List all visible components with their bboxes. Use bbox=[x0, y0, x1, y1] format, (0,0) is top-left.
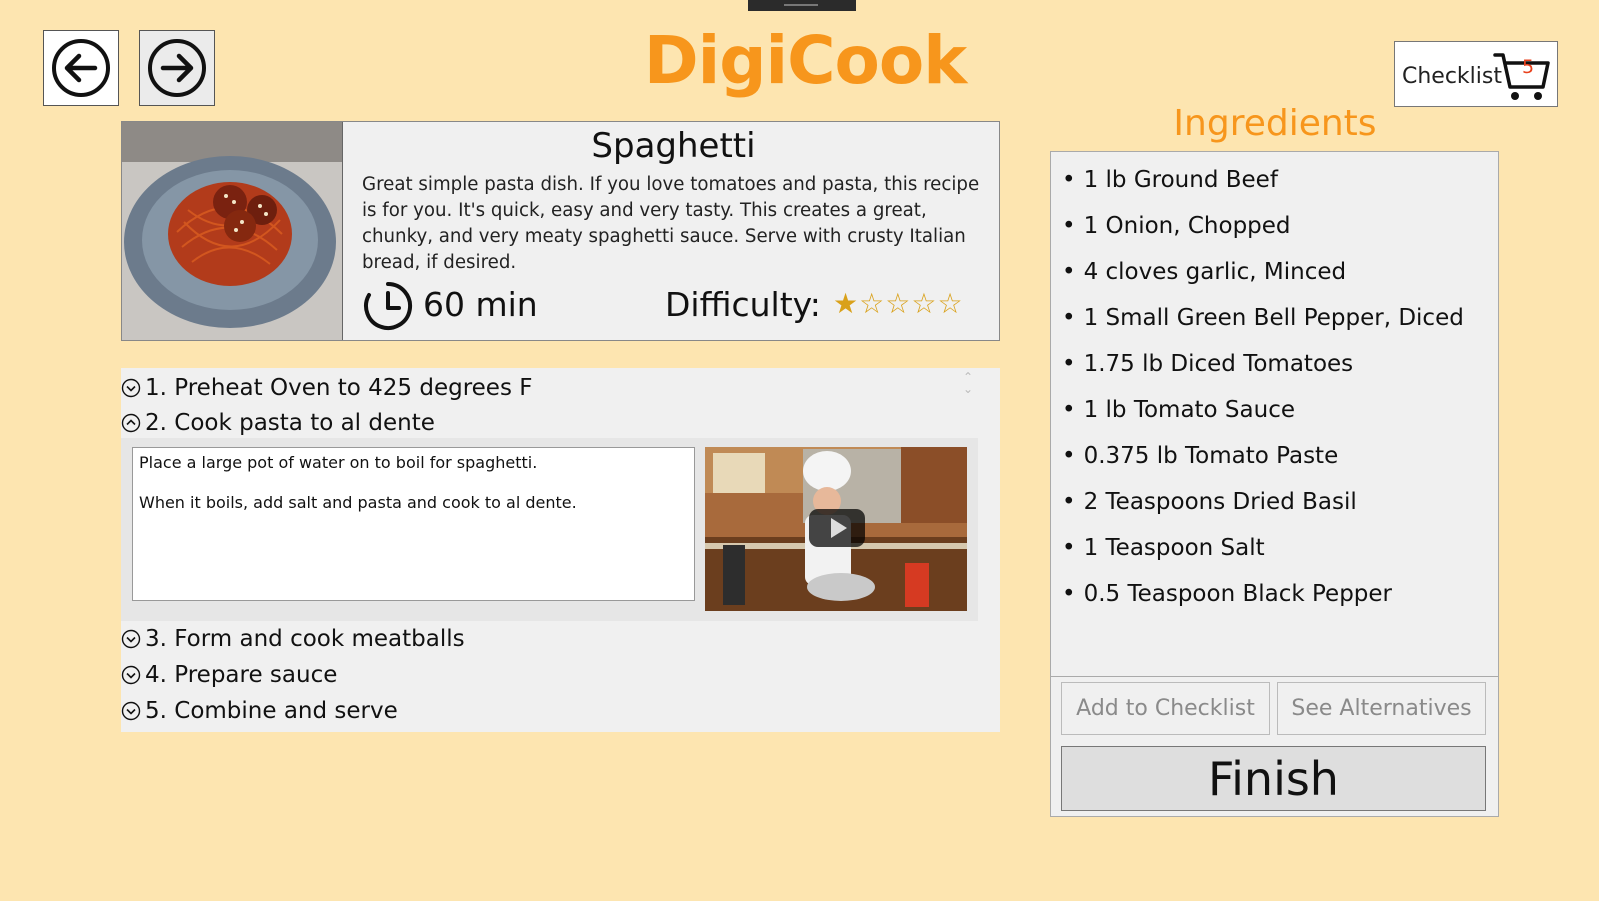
step-instruction-line: When it boils, add salt and pasta and co… bbox=[139, 493, 577, 512]
ingredient-item[interactable]: 1 Teaspoon Salt bbox=[1062, 525, 1464, 571]
app-logo: DigiCook bbox=[643, 22, 967, 99]
star-empty-icon: ☆ bbox=[859, 287, 886, 320]
chevron-down-icon bbox=[121, 665, 141, 685]
see-alternatives-button[interactable]: See Alternatives bbox=[1277, 682, 1486, 735]
step-label: 5. Combine and serve bbox=[145, 698, 398, 724]
ingredient-item[interactable]: 4 cloves garlic, Minced bbox=[1062, 249, 1464, 295]
ingredient-item[interactable]: 1 lb Ground Beef bbox=[1062, 157, 1464, 203]
star-empty-icon: ☆ bbox=[911, 287, 938, 320]
forward-button[interactable] bbox=[139, 30, 215, 106]
ingredient-item[interactable]: 1 Onion, Chopped bbox=[1062, 203, 1464, 249]
step-label: 4. Prepare sauce bbox=[145, 662, 338, 688]
step-instructions-text[interactable]: Place a large pot of water on to boil fo… bbox=[132, 447, 695, 601]
step-2-details: Place a large pot of water on to boil fo… bbox=[121, 438, 978, 621]
chevron-down-icon bbox=[121, 701, 141, 721]
ingredient-item[interactable]: 1 lb Tomato Sauce bbox=[1062, 387, 1464, 433]
recipe-card: Spaghetti Great simple pasta dish. If yo… bbox=[121, 121, 1000, 341]
ingredients-list: 1 lb Ground Beef 1 Onion, Chopped 4 clov… bbox=[1062, 157, 1464, 617]
step-label: 3. Form and cook meatballs bbox=[145, 626, 465, 652]
difficulty-label: Difficulty: bbox=[665, 285, 821, 324]
star-empty-icon: ☆ bbox=[937, 287, 964, 320]
back-button[interactable] bbox=[43, 30, 119, 106]
recipe-title: Spaghetti bbox=[591, 126, 756, 166]
finish-button[interactable]: Finish bbox=[1061, 746, 1486, 811]
star-filled-icon: ★ bbox=[833, 287, 860, 320]
ingredient-item[interactable]: 0.375 lb Tomato Paste bbox=[1062, 433, 1464, 479]
chevron-down-icon bbox=[121, 629, 141, 649]
steps-list: 1. Preheat Oven to 425 degrees F 2. Cook… bbox=[121, 368, 1000, 732]
step-5[interactable]: 5. Combine and serve bbox=[121, 694, 398, 728]
ingredient-item[interactable]: 2 Teaspoons Dried Basil bbox=[1062, 479, 1464, 525]
step-label: 2. Cook pasta to al dente bbox=[145, 410, 435, 436]
cook-time: 60 min bbox=[423, 285, 538, 324]
chevron-down-icon bbox=[121, 378, 141, 398]
step-3[interactable]: 3. Form and cook meatballs bbox=[121, 622, 465, 656]
ingredient-item[interactable]: 1.75 lb Diced Tomatoes bbox=[1062, 341, 1464, 387]
ingredient-item[interactable]: 1 Small Green Bell Pepper, Diced bbox=[1062, 295, 1464, 341]
ingredients-title: Ingredients bbox=[1173, 103, 1377, 144]
step-instruction-line: Place a large pot of water on to boil fo… bbox=[139, 453, 538, 472]
arrow-right-circle-icon bbox=[148, 39, 206, 97]
step-1[interactable]: 1. Preheat Oven to 425 degrees F bbox=[121, 371, 532, 405]
ingredient-item[interactable]: 0.5 Teaspoon Black Pepper bbox=[1062, 571, 1464, 617]
checklist-button[interactable]: Checklist 5 bbox=[1394, 41, 1558, 107]
ingredients-panel: 1 lb Ground Beef 1 Onion, Chopped 4 clov… bbox=[1050, 151, 1499, 817]
clock-icon bbox=[364, 282, 413, 330]
step-video[interactable] bbox=[705, 447, 967, 611]
difficulty-rating: ★☆☆☆☆ bbox=[833, 287, 964, 320]
chevron-up-icon bbox=[121, 413, 141, 433]
divider bbox=[1051, 676, 1498, 677]
steps-scrollbar[interactable]: ⌃ ⌄ bbox=[963, 371, 973, 395]
step-label: 1. Preheat Oven to 425 degrees F bbox=[145, 375, 533, 401]
recipe-description: Great simple pasta dish. If you love tom… bbox=[362, 174, 980, 273]
arrow-left-circle-icon bbox=[52, 39, 110, 97]
recipe-photo bbox=[122, 122, 343, 340]
add-to-checklist-button[interactable]: Add to Checklist bbox=[1061, 682, 1270, 735]
star-empty-icon: ☆ bbox=[885, 287, 912, 320]
step-4[interactable]: 4. Prepare sauce bbox=[121, 658, 337, 692]
step-2[interactable]: 2. Cook pasta to al dente bbox=[121, 406, 435, 440]
window-grip[interactable] bbox=[748, 0, 856, 11]
checklist-count-badge: 5 bbox=[1522, 56, 1535, 78]
checklist-label: Checklist bbox=[1402, 64, 1502, 89]
